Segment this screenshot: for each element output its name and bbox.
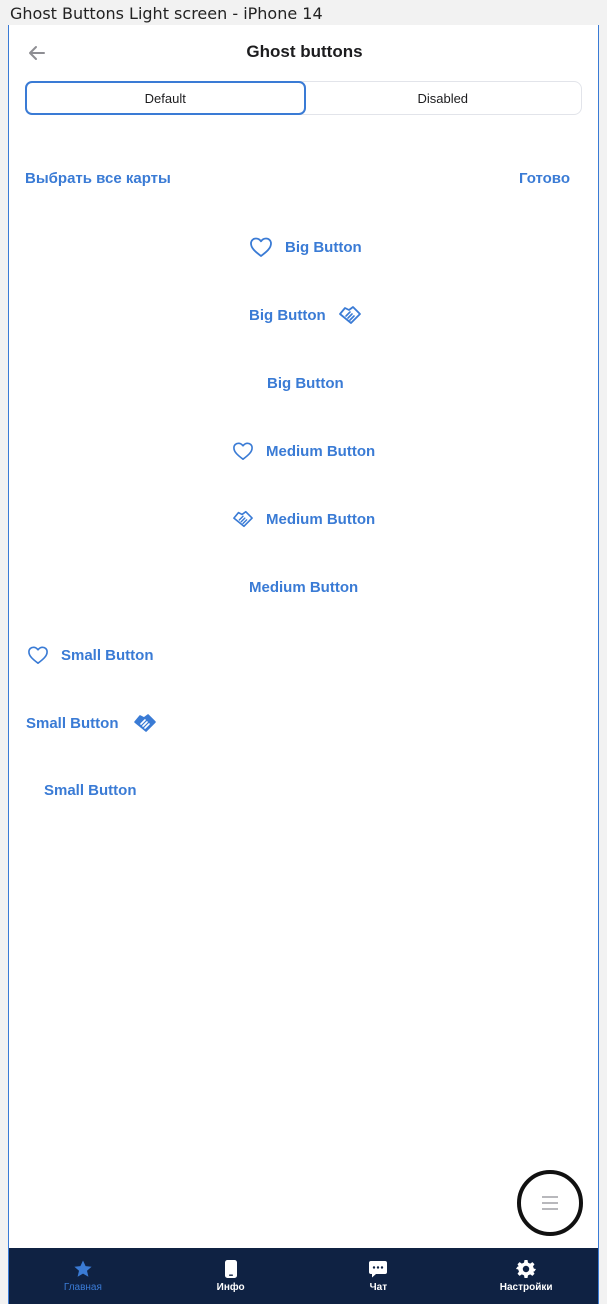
phone-icon: [224, 1260, 237, 1278]
medium-button-label: Medium Button: [266, 510, 376, 528]
tab-label: Чат: [369, 1282, 388, 1293]
tab-settings[interactable]: Настройки: [452, 1248, 598, 1304]
big-button-trailing-icon[interactable]: Big Button: [249, 303, 362, 327]
handshake-icon: [233, 510, 253, 528]
frame-title: Ghost Buttons Light screen - iPhone 14: [10, 4, 323, 23]
small-button-trailing-icon[interactable]: Small Button: [26, 711, 157, 735]
big-button-label: Big Button: [285, 238, 362, 256]
segment-disabled[interactable]: Disabled: [305, 82, 582, 114]
small-button-no-icon[interactable]: Small Button: [44, 778, 137, 802]
tab-info[interactable]: Инфо: [157, 1248, 305, 1304]
medium-button-label: Medium Button: [266, 442, 376, 460]
handshake-icon: [133, 714, 156, 732]
menu-icon: [542, 1196, 558, 1210]
phone-screen: Ghost buttons Default Disabled Выбрать в…: [8, 25, 599, 1304]
small-button-label: Small Button: [26, 714, 119, 732]
handshake-icon: [338, 306, 361, 324]
big-button-label: Big Button: [267, 374, 344, 392]
top-links-row: Выбрать все карты Готово: [25, 170, 570, 192]
tab-label: Инфо: [216, 1282, 245, 1293]
segmented-control: Default Disabled: [25, 81, 582, 115]
star-icon: [74, 1260, 92, 1277]
medium-button-label: Medium Button: [249, 578, 359, 596]
done-link[interactable]: Готово: [519, 170, 570, 187]
small-button-label: Small Button: [61, 646, 154, 664]
chat-icon: [369, 1261, 388, 1278]
tab-label: Главная: [63, 1282, 102, 1293]
medium-button-handshake-icon[interactable]: Medium Button: [232, 507, 375, 531]
big-button-leading-icon[interactable]: Big Button: [249, 235, 362, 259]
heart-icon: [28, 646, 48, 664]
tab-home[interactable]: Главная: [9, 1248, 157, 1304]
select-all-cards-link[interactable]: Выбрать все карты: [25, 170, 171, 187]
floating-menu-button[interactable]: [517, 1170, 583, 1236]
segment-default[interactable]: Default: [25, 81, 306, 115]
gear-icon: [516, 1260, 537, 1278]
navigation-header: Ghost buttons: [9, 25, 598, 81]
heart-icon: [250, 237, 272, 257]
tab-chat[interactable]: Чат: [305, 1248, 453, 1304]
tab-label: Настройки: [499, 1282, 553, 1293]
small-button-leading-icon[interactable]: Small Button: [27, 643, 154, 667]
big-button-label: Big Button: [249, 306, 326, 324]
page-title: Ghost buttons: [246, 42, 363, 61]
small-button-label: Small Button: [44, 781, 137, 799]
heart-icon: [233, 442, 253, 460]
medium-button-no-icon[interactable]: Medium Button: [249, 575, 358, 599]
medium-button-leading-icon[interactable]: Medium Button: [232, 439, 375, 463]
bottom-tab-bar: Главная Инфо Чат Настройки: [9, 1248, 598, 1304]
big-button-no-icon[interactable]: Big Button: [267, 371, 344, 395]
